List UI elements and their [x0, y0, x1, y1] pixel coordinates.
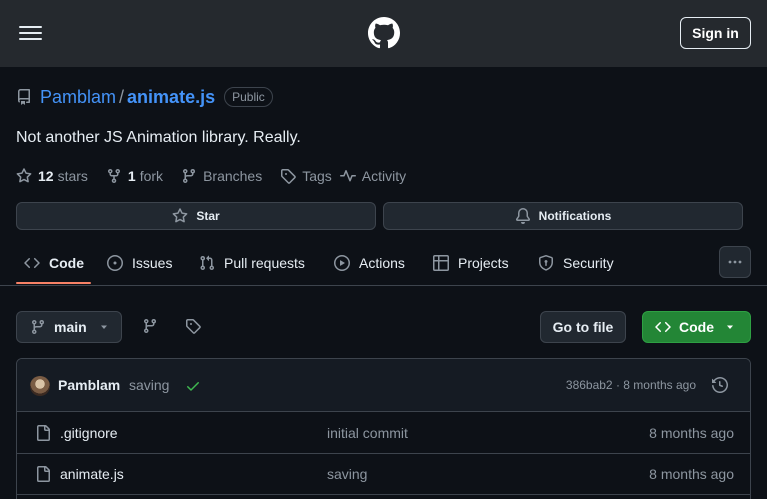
table-icon	[433, 255, 449, 271]
commit-hash-and-date[interactable]: 386bab2 · 8 months ago	[566, 378, 696, 392]
file-row[interactable]: .gitignore initial commit 8 months ago	[17, 413, 750, 454]
forks-label: fork	[139, 168, 164, 184]
commit-message[interactable]: saving	[129, 377, 169, 393]
play-icon	[334, 255, 350, 271]
activity-link[interactable]: Activity	[339, 168, 407, 184]
tab-label: Security	[563, 255, 614, 271]
tag-icon	[186, 319, 201, 334]
go-to-file-button[interactable]: Go to file	[540, 311, 626, 343]
fork-icon	[107, 169, 120, 184]
stars-label: stars	[57, 168, 88, 184]
file-name[interactable]: animate.js	[60, 466, 124, 482]
tab-actions[interactable]: Actions	[334, 252, 405, 274]
file-icon	[37, 425, 50, 441]
repo-title: Pamblam / animate.js Public	[16, 86, 273, 108]
tag-icon	[281, 169, 296, 184]
file-commit-message[interactable]: initial commit	[327, 425, 408, 441]
repo-description: Not another JS Animation library. Really…	[16, 129, 301, 146]
check-icon[interactable]	[185, 378, 201, 394]
repo-icon	[16, 89, 32, 105]
kebab-horizontal-icon	[728, 260, 742, 264]
branch-icon	[183, 169, 196, 184]
forks-link[interactable]: 1 fork	[106, 168, 163, 184]
tab-issues[interactable]: Issues	[107, 252, 172, 274]
branch-icon	[143, 319, 156, 334]
repo-meta: 12 stars 1 fork Branches Tags Activity	[16, 166, 414, 186]
stars-count: 12	[38, 168, 54, 184]
bell-icon	[515, 208, 530, 224]
file-commit-date: 8 months ago	[649, 425, 734, 441]
repo-owner-link[interactable]: Pamblam	[40, 87, 116, 108]
tab-pull-requests[interactable]: Pull requests	[199, 252, 305, 274]
file-row[interactable]: animate.js saving 8 months ago	[17, 454, 750, 495]
branches-label: Branches	[203, 168, 263, 184]
star-icon	[16, 168, 32, 183]
repo-path-separator: /	[119, 86, 125, 107]
latest-commit-row: Pamblam saving 386bab2 · 8 months ago	[17, 359, 750, 412]
tab-label: Pull requests	[224, 255, 305, 271]
tab-projects[interactable]: Projects	[433, 252, 509, 274]
avatar[interactable]	[30, 376, 50, 396]
file-icon	[37, 466, 50, 482]
site-header: Sign in	[0, 0, 767, 67]
star-button[interactable]: Star	[16, 202, 376, 230]
active-tab-indicator	[16, 282, 91, 284]
hamburger-icon[interactable]	[19, 23, 43, 43]
branches-link[interactable]: Branches	[181, 168, 262, 184]
more-tabs-button[interactable]	[719, 246, 751, 278]
triangle-down-icon	[100, 325, 107, 329]
repo-tabs: Code Issues Pull requests Actions Projec…	[0, 242, 767, 286]
tags-link[interactable]: Tags	[280, 168, 332, 184]
pull-request-icon	[200, 255, 215, 271]
file-browser: Pamblam saving 386bab2 · 8 months ago .g…	[16, 358, 751, 499]
tab-label: Code	[49, 255, 84, 271]
file-commit-date: 8 months ago	[649, 466, 734, 482]
history-icon[interactable]	[712, 377, 728, 393]
tab-label: Actions	[359, 255, 405, 271]
sign-in-button[interactable]: Sign in	[680, 17, 751, 49]
shield-icon	[539, 255, 553, 271]
commit-author[interactable]: Pamblam	[58, 377, 120, 393]
star-button-label: Star	[196, 209, 220, 223]
pulse-icon	[339, 170, 356, 182]
tab-label: Projects	[458, 255, 509, 271]
github-logo-icon[interactable]	[368, 17, 400, 49]
forks-count: 1	[127, 168, 136, 184]
visibility-badge: Public	[224, 87, 273, 107]
branch-name: main	[54, 319, 87, 335]
tags-icon-button[interactable]	[185, 318, 201, 334]
triangle-down-icon	[727, 325, 733, 329]
branch-selector[interactable]: main	[16, 311, 122, 343]
branches-icon-button[interactable]	[142, 318, 158, 334]
notifications-button[interactable]: Notifications	[383, 202, 743, 230]
repo-name-link[interactable]: animate.js	[127, 87, 215, 108]
code-dropdown-button[interactable]: Code	[642, 311, 751, 343]
star-icon	[172, 208, 188, 223]
file-commit-message[interactable]: saving	[327, 466, 367, 482]
notifications-button-label: Notifications	[538, 209, 612, 223]
tab-label: Issues	[132, 255, 173, 271]
activity-label: Activity	[361, 168, 407, 184]
tags-label: Tags	[302, 168, 332, 184]
code-button-label: Code	[679, 319, 714, 335]
tab-security[interactable]: Security	[538, 252, 614, 274]
branch-icon	[31, 320, 44, 335]
file-name[interactable]: .gitignore	[60, 425, 118, 441]
code-icon	[655, 321, 671, 333]
code-icon	[24, 257, 40, 269]
stars-link[interactable]: 12 stars	[16, 168, 88, 184]
issue-icon	[107, 255, 123, 271]
tab-code[interactable]: Code	[24, 252, 84, 274]
